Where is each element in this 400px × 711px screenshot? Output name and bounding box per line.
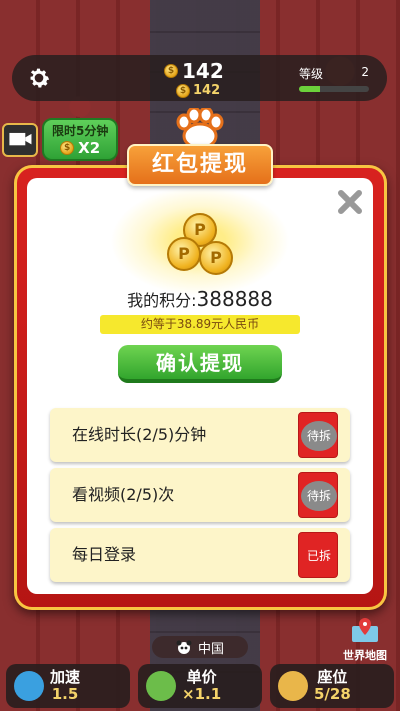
level-value: 2	[361, 65, 369, 79]
speed-stat[interactable]: 加速 1.5	[6, 664, 130, 708]
world-map-label: 世界地图	[343, 649, 387, 662]
level-indicator: 等级 2	[299, 65, 369, 92]
level-label: 等级	[299, 67, 324, 81]
skewer-icon	[146, 671, 176, 701]
task-daily-login: 每日登录 已拆	[50, 528, 350, 582]
country-label: 中国	[197, 641, 224, 657]
red-envelope-button[interactable]: 待拆	[298, 472, 338, 518]
double-bonus-promo[interactable]: 限时5分钟 $ X2	[2, 118, 119, 161]
gold-coin-icon: P	[167, 237, 201, 271]
coin-icon: $	[60, 141, 75, 155]
gear-icon[interactable]	[26, 65, 52, 91]
red-envelope-button[interactable]: 已拆	[298, 532, 338, 578]
price-stat[interactable]: 单价 ×1.1	[138, 664, 262, 708]
envelope-status: 已拆	[306, 549, 331, 563]
stat-label: 座位	[317, 668, 348, 686]
panda-icon	[176, 640, 192, 654]
promo-tag[interactable]: 限时5分钟 $ X2	[42, 118, 119, 161]
modal-title: 红包提现	[127, 144, 273, 186]
points-display: 我的积分:388888	[0, 287, 400, 311]
stat-label: 单价	[186, 668, 217, 686]
bottom-stats-bar: 加速 1.5 单价 ×1.1 座位 5/28	[0, 664, 400, 711]
map-pin-icon	[352, 618, 378, 642]
red-envelope-button[interactable]: 待拆	[298, 412, 338, 458]
rmb-equivalent: 约等于38.89元人民币	[100, 315, 300, 334]
coin-rate: $ 142	[176, 83, 220, 98]
coin-icon: $	[176, 83, 190, 98]
points-label: 我的积分:	[127, 291, 197, 310]
video-icon[interactable]	[2, 122, 38, 157]
promo-multiplier: X2	[78, 139, 101, 157]
coin-icon: $	[164, 64, 178, 78]
world-map-button[interactable]: 世界地图	[335, 616, 395, 663]
top-hud: $ 142 $ 142 等级 2	[12, 55, 387, 101]
envelope-status: 待拆	[301, 421, 337, 451]
envelope-status: 待拆	[301, 481, 337, 511]
task-label: 看视频(2/5)次	[72, 485, 175, 504]
task-online-time: 在线时长(2/5)分钟 待拆	[50, 408, 350, 462]
coin-rate-value: 142	[193, 83, 221, 98]
task-label: 在线时长(2/5)分钟	[72, 425, 207, 444]
stat-value: 5/28	[314, 685, 351, 703]
clock-icon	[14, 671, 44, 701]
stat-label: 加速	[50, 668, 81, 686]
points-value: 388888	[196, 287, 273, 311]
close-icon[interactable]	[336, 188, 364, 216]
seat-icon	[278, 671, 308, 701]
task-label: 每日登录	[72, 545, 137, 564]
confirm-withdraw-button[interactable]: 确认提现	[118, 345, 282, 383]
promo-label: 限时5分钟	[52, 124, 109, 138]
coin-score-value: 142	[182, 59, 224, 83]
level-progress-bar	[299, 86, 369, 92]
stat-value: 1.5	[51, 685, 79, 703]
level-progress-fill	[299, 86, 320, 92]
task-watch-video: 看视频(2/5)次 待拆	[50, 468, 350, 522]
country-selector[interactable]: 中国	[152, 636, 248, 658]
seat-stat[interactable]: 座位 5/28	[270, 664, 394, 708]
gold-coin-icon: P	[199, 241, 233, 275]
coin-score: $ 142	[164, 59, 224, 83]
stat-value: ×1.1	[182, 685, 222, 703]
